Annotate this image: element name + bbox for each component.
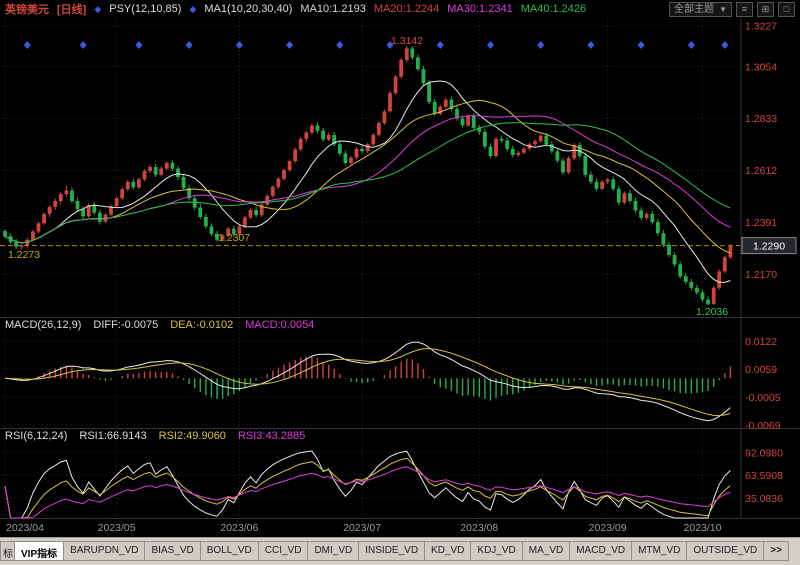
ma10-value: MA10:1.2193	[300, 3, 365, 15]
psy-diamond-icon	[688, 41, 695, 49]
macd-axis-label: -0.0069	[745, 420, 781, 432]
header-controls: 全部主题 ▼ ≡ ⊞ □	[669, 2, 795, 17]
rsi1-value: RSI1:66.9143	[79, 430, 146, 442]
psy-diamond-icon	[587, 41, 594, 49]
header: 英镑美元 [日线] ◆ PSY(12,10,85) ◆ MA1(10,20,30…	[0, 0, 800, 18]
rsi12-line	[5, 458, 730, 518]
rsi-axis-label: 63.5908	[745, 470, 783, 482]
macd-diff-value: DIFF:-0.0075	[93, 319, 158, 331]
tab-bias-vd[interactable]: BIAS_VD	[144, 541, 200, 561]
rsi-axis-label: 35.0836	[745, 493, 783, 505]
price-annotation: 1.2273	[8, 249, 40, 261]
tab-dmi-vd[interactable]: DMI_VD	[307, 541, 359, 561]
y-axis-label: 1.2391	[745, 217, 777, 229]
tab-vip-indicators[interactable]: VIP指标	[14, 541, 64, 561]
tab-barupdn-vd[interactable]: BARUPDN_VD	[63, 541, 145, 561]
rsi2-value: RSI2:49.9060	[159, 430, 226, 442]
y-axis-label: 1.3227	[745, 21, 777, 33]
tab-mtm-vd[interactable]: MTM_VD	[631, 541, 687, 561]
psy-diamond-icon	[487, 41, 494, 49]
x-axis-labels: 2023/04 2023/05 2023/06 2023/07 2023/08 2023/…	[6, 522, 722, 534]
psy-diamond-icon	[236, 41, 243, 49]
rsi-axis-labels: 92.0980 63.5908 35.0836	[745, 447, 783, 505]
y-axis-label: 1.2612	[745, 165, 777, 177]
price-annotation: 1.3142	[391, 35, 423, 47]
ma30-value: MA30:1.2341	[447, 3, 512, 15]
macd-axis-label: -0.0005	[745, 392, 781, 404]
psy-diamond-icon	[336, 41, 343, 49]
price-annotation: 1.2036	[696, 306, 728, 318]
macd-hist-value: MACD:0.0054	[245, 319, 314, 331]
symbol-name[interactable]: 英镑美元	[5, 1, 49, 17]
ma-group-label[interactable]: MA1(10,20,30,40)	[204, 3, 292, 15]
macd-histogram	[5, 356, 730, 400]
psy-markers	[24, 41, 729, 49]
ma40-line	[5, 123, 730, 243]
current-price-value: 1.2290	[753, 241, 785, 253]
x-axis-label: 2023/09	[589, 522, 627, 534]
menu-icon[interactable]: ≡	[736, 2, 753, 17]
ma20-value: MA20:1.2244	[374, 3, 439, 15]
psy-diamond-icon	[286, 41, 293, 49]
macd-header-row: MACD(26,12,9) DIFF:-0.0075 DEA:-0.0102 M…	[5, 319, 314, 331]
rsi24-line	[5, 467, 730, 518]
price-annotation: 1.2307	[218, 232, 250, 244]
macd-axis-label: 0.0059	[745, 364, 777, 376]
y-axis-label: 1.2170	[745, 269, 777, 281]
candlestick-series	[3, 46, 732, 306]
psy-diamond-icon	[537, 41, 544, 49]
x-axis-label: 2023/06	[220, 522, 258, 534]
tab-cci-vd[interactable]: CCI_VD	[258, 541, 309, 561]
theme-dropdown[interactable]: 全部主题 ▼	[669, 2, 732, 17]
x-axis-label: 2023/10	[684, 522, 722, 534]
tab-kd-vd[interactable]: KD_VD	[424, 541, 471, 561]
x-axis-label: 2023/05	[98, 522, 136, 534]
tab-macd-vd[interactable]: MACD_VD	[569, 541, 632, 561]
tab-partial[interactable]: 标	[0, 541, 15, 561]
tab-outside-vd[interactable]: OUTSIDE_VD	[686, 541, 764, 561]
psy-diamond-icon	[24, 41, 31, 49]
psy-diamond-icon	[80, 41, 87, 49]
tabs-more-button[interactable]: >>	[763, 541, 789, 561]
tab-kdj-vd[interactable]: KDJ_VD	[470, 541, 522, 561]
ma20-line	[5, 100, 730, 253]
ma30-line	[5, 116, 730, 243]
ma40-value: MA40:1.2426	[521, 3, 586, 15]
rsi-header-row: RSI(6,12,24) RSI1:66.9143 RSI2:49.9060 R…	[5, 430, 305, 442]
y-axis-label: 1.3054	[745, 61, 777, 73]
indicator-tab-bar: 标VIP指标BARUPDN_VDBIAS_VDBOLL_VDCCI_VDDMI_…	[0, 537, 800, 565]
macd-axis-label: 0.0122	[745, 336, 777, 348]
grid-icon[interactable]: ⊞	[757, 2, 774, 17]
rsi3-value: RSI3:43.2885	[238, 430, 305, 442]
x-axis-label: 2023/08	[460, 522, 498, 534]
macd-title[interactable]: MACD(26,12,9)	[5, 319, 81, 331]
tab-inside-vd[interactable]: INSIDE_VD	[358, 541, 425, 561]
gridlines	[2, 18, 740, 518]
psy-diamond-icon	[135, 41, 142, 49]
period-label[interactable]: [日线]	[57, 1, 86, 17]
tab-ma-vd[interactable]: MA_VD	[522, 541, 570, 561]
theme-dropdown-label: 全部主题	[674, 3, 714, 16]
macd-axis-labels: 0.0122 0.0059 -0.0005 -0.0069	[745, 336, 781, 432]
tab-boll-vd[interactable]: BOLL_VD	[200, 541, 259, 561]
y-axis-label: 1.2833	[745, 113, 777, 125]
psy-diamond-icon	[437, 41, 444, 49]
trading-app-window: 英镑美元 [日线] ◆ PSY(12,10,85) ◆ MA1(10,20,30…	[0, 0, 800, 565]
rsi-axis-label: 92.0980	[745, 447, 783, 459]
price-chart[interactable]: 1.2273 1.2307 1.3142 1.2036 1.3227 1.3054 1.28…	[0, 0, 800, 537]
chevron-down-icon: ▼	[719, 3, 727, 16]
psy-indicator-label[interactable]: PSY(12,10,85)	[109, 3, 181, 15]
x-axis-label: 2023/04	[6, 522, 44, 534]
ma-diamond-icon: ◆	[189, 4, 196, 15]
psy-diamond-icon	[638, 41, 645, 49]
macd-dea-value: DEA:-0.0102	[170, 319, 233, 331]
psy-diamond-icon	[721, 41, 728, 49]
rsi-title[interactable]: RSI(6,12,24)	[5, 430, 67, 442]
x-axis-label: 2023/07	[343, 522, 381, 534]
ma10-line	[5, 81, 730, 282]
psy-diamond-icon: ◆	[94, 4, 101, 15]
window-icon[interactable]: □	[778, 2, 795, 17]
psy-diamond-icon	[186, 41, 193, 49]
